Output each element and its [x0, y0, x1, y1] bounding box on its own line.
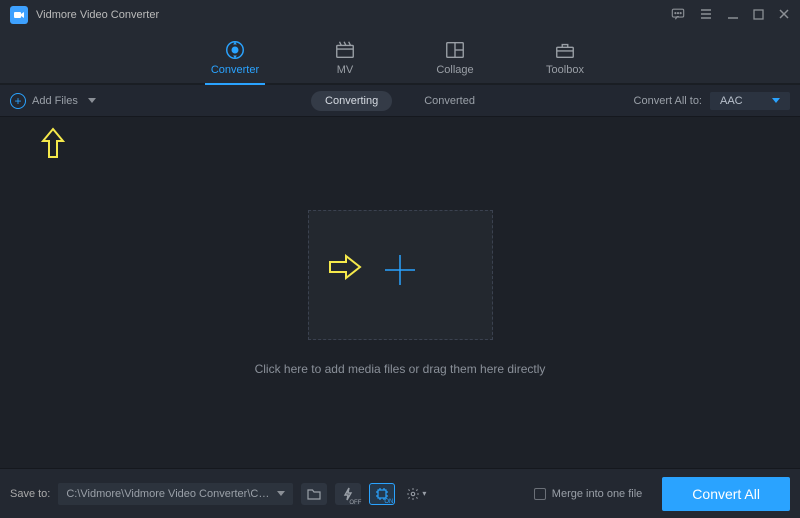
toolbox-icon — [554, 39, 576, 61]
secondary-bar: + Add Files Converting Converted Convert… — [0, 85, 800, 117]
convert-all-to-label: Convert All to: — [634, 95, 702, 107]
add-files-button[interactable]: + Add Files — [10, 93, 96, 109]
plus-circle-icon: + — [10, 93, 26, 109]
plus-icon — [379, 249, 421, 301]
output-format-dropdown[interactable]: AAC — [710, 92, 790, 110]
format-selected: AAC — [720, 95, 743, 107]
tab-converter[interactable]: Converter — [205, 34, 265, 83]
tab-label: Collage — [436, 64, 473, 76]
close-icon[interactable] — [778, 8, 790, 23]
converter-icon — [224, 39, 246, 61]
add-files-label: Add Files — [32, 95, 78, 107]
chevron-down-icon — [277, 491, 285, 496]
convert-all-button[interactable]: Convert All — [662, 477, 790, 511]
checkbox-icon — [534, 488, 546, 500]
main-area: Click here to add media files or drag th… — [0, 117, 800, 468]
save-path-text: C:\Vidmore\Vidmore Video Converter\Conve… — [66, 488, 273, 500]
tab-mv[interactable]: MV — [315, 34, 375, 83]
mv-icon — [334, 39, 356, 61]
dropzone[interactable] — [308, 210, 493, 340]
convert-all-to: Convert All to: AAC — [634, 92, 790, 110]
tab-label: Toolbox — [546, 64, 584, 76]
titlebar: Vidmore Video Converter — [0, 0, 800, 30]
save-path-box[interactable]: C:\Vidmore\Vidmore Video Converter\Conve… — [58, 483, 293, 505]
drop-hint: Click here to add media files or drag th… — [255, 362, 546, 376]
main-tabs: Converter MV Collage Toolbox — [0, 30, 800, 85]
merge-label: Merge into one file — [552, 488, 643, 500]
effects-off-button[interactable]: OFF — [335, 483, 361, 505]
open-folder-button[interactable] — [301, 483, 327, 505]
chevron-down-icon — [88, 98, 96, 103]
app-title: Vidmore Video Converter — [36, 9, 159, 21]
app-logo-icon — [10, 6, 28, 24]
tab-label: MV — [337, 64, 354, 76]
bottom-bar: Save to: C:\Vidmore\Vidmore Video Conver… — [0, 468, 800, 518]
merge-checkbox[interactable]: Merge into one file — [534, 488, 643, 500]
window-controls — [671, 7, 790, 24]
maximize-icon[interactable] — [753, 8, 764, 23]
minimize-icon[interactable] — [727, 8, 739, 23]
chevron-down-icon — [772, 98, 780, 103]
segment-converted[interactable]: Converted — [410, 91, 489, 111]
tab-collage[interactable]: Collage — [425, 34, 485, 83]
tab-toolbox[interactable]: Toolbox — [535, 34, 595, 83]
feedback-icon[interactable] — [671, 7, 685, 24]
menu-icon[interactable] — [699, 7, 713, 24]
save-to-label: Save to: — [10, 488, 50, 500]
settings-button[interactable]: ▾ — [403, 483, 429, 505]
hw-accel-on-button[interactable]: ON — [369, 483, 395, 505]
collage-icon — [444, 39, 466, 61]
tab-label: Converter — [211, 64, 259, 76]
segment-converting[interactable]: Converting — [311, 91, 392, 111]
